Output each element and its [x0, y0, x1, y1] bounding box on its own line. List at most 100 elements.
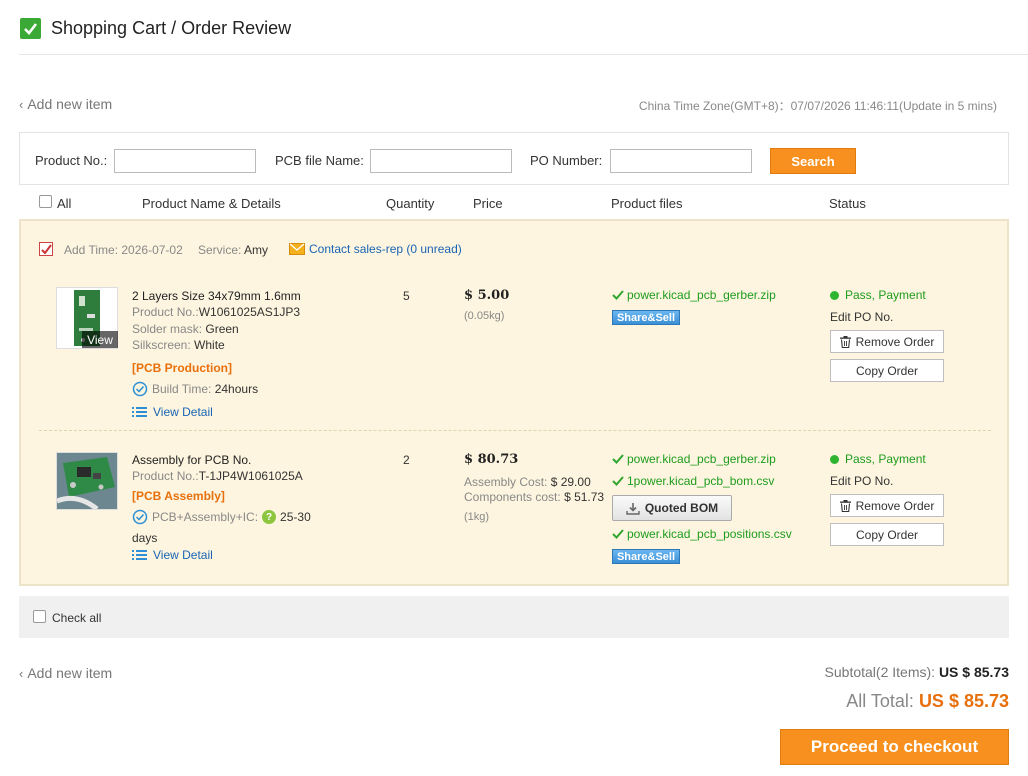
- col-all: All: [57, 196, 72, 211]
- item2-build-b: days: [132, 531, 158, 545]
- item2-components-cost-label: Components cost:: [464, 490, 561, 504]
- item1-copy-order-button[interactable]: Copy Order: [830, 359, 944, 382]
- item1-price: $ 5.00: [464, 288, 510, 303]
- item2-components-cost: $ 51.73: [564, 490, 605, 504]
- col-product: Product Name & Details: [142, 196, 281, 211]
- item1-product-no: W1061025AS1JP3: [198, 305, 301, 319]
- add-new-item-link-bottom[interactable]: ‹ Add new item: [19, 665, 112, 681]
- clock-check-icon: [132, 509, 148, 525]
- all-total-value: US $ 85.73: [918, 691, 1009, 711]
- list-icon: [132, 407, 147, 417]
- subtotal: Subtotal(2 Items): US $ 85.73: [825, 664, 1009, 680]
- col-files: Product files: [611, 196, 683, 211]
- item2-product-no-label: Product No.:: [132, 469, 199, 483]
- add-new-item-link-top[interactable]: ‹ Add new item: [19, 96, 112, 112]
- item2-file-gerber[interactable]: power.kicad_pcb_gerber.zip: [612, 452, 776, 466]
- item2-remove-order-button[interactable]: Remove Order: [830, 494, 944, 517]
- item2-file-bom[interactable]: 1power.kicad_pcb_bom.csv: [612, 474, 774, 488]
- select-all-checkbox[interactable]: [39, 195, 52, 208]
- proceed-to-checkout-button[interactable]: Proceed to checkout: [780, 729, 1009, 765]
- item1-solder: Green: [205, 322, 239, 336]
- download-icon: [626, 502, 640, 515]
- item1-category: [PCB Production]: [132, 361, 232, 375]
- po-number-label: PO Number:: [530, 153, 603, 168]
- assembly-image: [57, 453, 117, 509]
- item1-share-sell-button[interactable]: Share&Sell: [612, 310, 680, 325]
- header-divider: [19, 54, 1028, 55]
- item1-file-gerber[interactable]: power.kicad_pcb_gerber.zip: [612, 288, 776, 302]
- item-divider: [39, 430, 991, 431]
- view-label: View: [82, 331, 118, 348]
- page-header: Shopping Cart / Order Review: [20, 16, 291, 40]
- item2-status: Pass, Payment: [845, 452, 926, 466]
- table-header: All Product Name & Details Quantity Pric…: [19, 195, 1009, 213]
- all-total: All Total: US $ 85.73: [846, 691, 1009, 712]
- product-no-input[interactable]: [114, 149, 256, 173]
- item2-title: Assembly for PCB No.: [132, 453, 252, 467]
- item1-weight: (0.05kg): [464, 310, 505, 322]
- envelope-icon: [289, 243, 305, 255]
- order-panel: Add Time: 2026-07-02 Service: Amy Contac…: [19, 219, 1009, 586]
- search-panel: Product No.: PCB file Name: PO Number: S…: [19, 132, 1009, 185]
- col-quantity: Quantity: [386, 196, 435, 211]
- subtotal-label: Subtotal(2 Items):: [824, 664, 936, 680]
- item1-build-label: Build Time:: [152, 382, 212, 396]
- check-icon: [612, 290, 624, 300]
- product-no-label: Product No.:: [35, 153, 108, 168]
- chevron-left-icon: ‹: [19, 666, 24, 681]
- item2-price: $ 80.73: [464, 452, 519, 467]
- item2-build-a: 25-30: [280, 510, 311, 524]
- clock-check-icon: [132, 381, 148, 397]
- item1-remove-order-button[interactable]: Remove Order: [830, 330, 944, 353]
- po-number-input[interactable]: [610, 149, 752, 173]
- item1-edit-po-link[interactable]: Edit PO No.: [830, 310, 893, 324]
- item1-build: 24hours: [214, 382, 259, 396]
- all-total-label: All Total:: [846, 691, 914, 711]
- search-button[interactable]: Search: [770, 148, 856, 174]
- contact-sales-link[interactable]: Contact sales-rep (0 unread): [289, 242, 462, 256]
- item2-category: [PCB Assembly]: [132, 489, 225, 503]
- check-all-bar: Check all: [19, 596, 1009, 638]
- item1-title: 2 Layers Size 34x79mm 1.6mm: [132, 289, 301, 303]
- check-icon: [612, 529, 624, 539]
- item2-assembly-cost-label: Assembly Cost:: [464, 475, 548, 489]
- check-icon: [612, 476, 624, 486]
- quoted-bom-button[interactable]: Quoted BOM: [612, 495, 732, 521]
- item2-product-no: T-1JP4W1061025A: [198, 469, 303, 483]
- checkmark-icon: [20, 17, 41, 39]
- trash-icon: [839, 499, 851, 512]
- item1-view-detail-link[interactable]: View Detail: [132, 405, 213, 419]
- add-time-value: 2026-07-02: [121, 243, 183, 257]
- subtotal-value: US $ 85.73: [938, 664, 1009, 680]
- item2-view-detail-link[interactable]: View Detail: [132, 548, 213, 562]
- help-icon[interactable]: ?: [262, 510, 277, 524]
- item1-status: Pass, Payment: [845, 288, 926, 302]
- item1-silk: White: [194, 338, 225, 352]
- check-all-checkbox[interactable]: [33, 610, 46, 623]
- service-label: Service:: [198, 243, 242, 257]
- order-checkbox[interactable]: [39, 242, 53, 256]
- item1-product-no-label: Product No.:: [132, 305, 199, 319]
- col-status: Status: [829, 196, 866, 211]
- item1-thumbnail[interactable]: View: [56, 287, 118, 349]
- service-value: Amy: [244, 243, 269, 257]
- item2-edit-po-link[interactable]: Edit PO No.: [830, 474, 893, 488]
- add-time-label: Add Time:: [64, 243, 119, 257]
- pcb-file-input[interactable]: [370, 149, 512, 173]
- item2-thumbnail[interactable]: [56, 452, 118, 510]
- item2-file-positions[interactable]: power.kicad_pcb_positions.csv: [612, 527, 792, 541]
- item2-weight: (1kg): [464, 511, 490, 523]
- check-icon: [612, 454, 624, 464]
- page-title: Shopping Cart / Order Review: [51, 17, 292, 38]
- check-all-label: Check all: [52, 611, 102, 625]
- chevron-left-icon: ‹: [19, 97, 24, 112]
- item2-assembly-cost: $ 29.00: [550, 475, 591, 489]
- item2-share-sell-button[interactable]: Share&Sell: [612, 549, 680, 564]
- item2-copy-order-button[interactable]: Copy Order: [830, 523, 944, 546]
- col-price: Price: [473, 196, 503, 211]
- list-icon: [132, 550, 147, 560]
- trash-icon: [839, 335, 851, 348]
- pcb-file-label: PCB file Name:: [275, 153, 364, 168]
- status-dot-icon: [830, 454, 839, 464]
- item1-quantity: 5: [403, 289, 410, 303]
